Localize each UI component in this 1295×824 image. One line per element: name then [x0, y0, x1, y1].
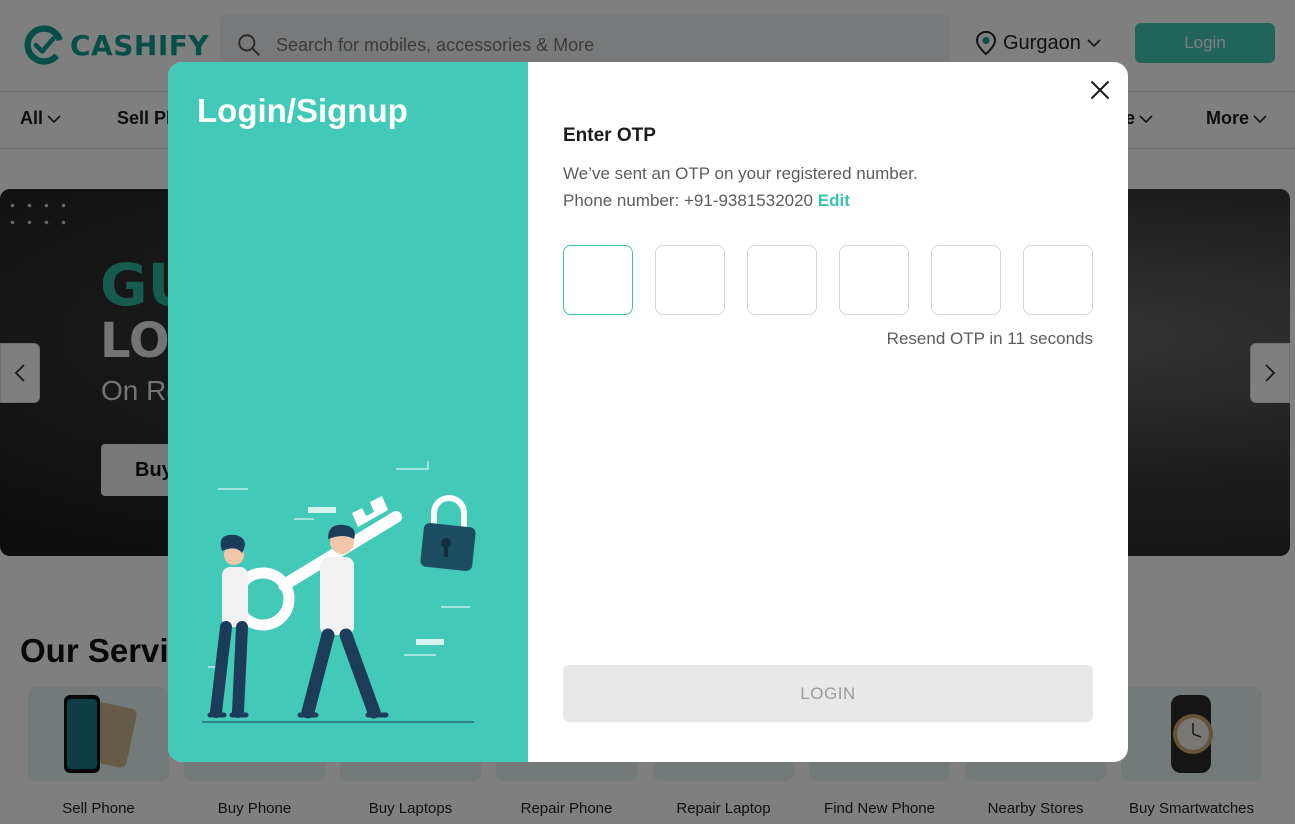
modal-right-panel: Enter OTP We’ve sent an OTP on your regi… [528, 62, 1128, 762]
otp-digit-4[interactable] [839, 245, 909, 315]
modal-left-title: Login/Signup [197, 92, 408, 129]
close-icon [1091, 81, 1109, 99]
otp-digit-6[interactable] [1023, 245, 1093, 315]
otp-digit-5[interactable] [931, 245, 1001, 315]
edit-phone-link[interactable]: Edit [818, 191, 850, 210]
login-modal: Login/Signup Enter OTP We’ve sent an OTP… [168, 62, 1128, 762]
close-modal-button[interactable] [1088, 78, 1112, 102]
modal-left-panel: Login/Signup [168, 62, 528, 762]
otp-digit-3[interactable] [747, 245, 817, 315]
otp-login-button[interactable]: LOGIN [563, 665, 1093, 722]
phone-number-text: Phone number: +91-9381532020 [563, 191, 814, 210]
otp-message: We’ve sent an OTP on your registered num… [563, 164, 918, 183]
otp-digit-1[interactable] [563, 245, 633, 315]
resend-otp-timer: Resend OTP in 11 seconds [886, 329, 1093, 348]
otp-input-group [563, 245, 1093, 315]
people-carrying-key-illustration [202, 461, 476, 723]
otp-phone-line: Phone number: +91-9381532020 Edit [563, 191, 850, 211]
otp-digit-2[interactable] [655, 245, 725, 315]
otp-title: Enter OTP [563, 125, 656, 146]
